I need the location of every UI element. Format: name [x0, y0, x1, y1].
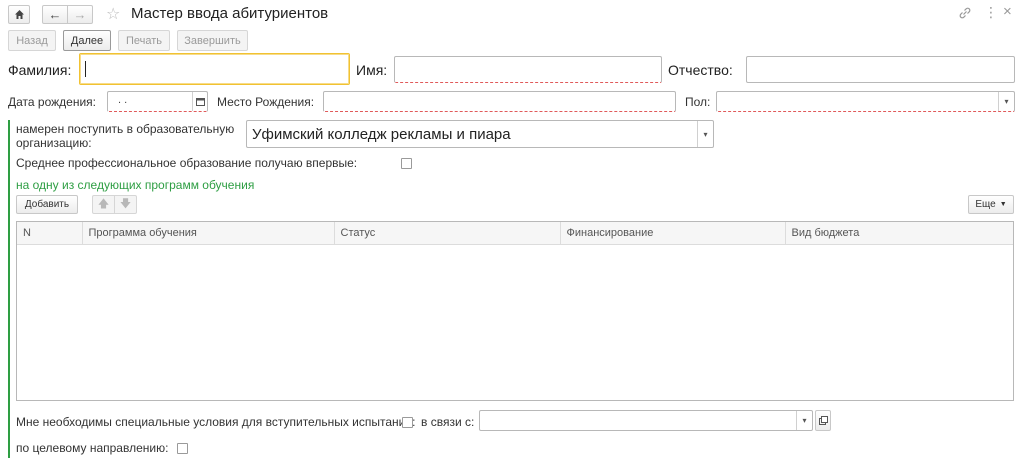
- move-up-button[interactable]: 🡅: [92, 195, 115, 214]
- finish-button[interactable]: Завершить: [177, 30, 248, 51]
- org-value: Уфимский колледж рекламы и пиара: [252, 126, 511, 143]
- birth-date-label: Дата рождения:: [8, 95, 96, 109]
- chevron-down-icon[interactable]: ▾: [998, 92, 1014, 111]
- move-down-button[interactable]: 🡇: [114, 195, 137, 214]
- gender-label: Пол:: [685, 95, 711, 109]
- programs-heading: на одну из следующих программ обучения: [16, 178, 255, 192]
- patronymic-label: Отчество:: [668, 62, 733, 78]
- arrow-right-icon: →: [73, 7, 87, 22]
- chevron-down-icon: ▼: [999, 201, 1007, 208]
- link-icon[interactable]: [958, 6, 972, 20]
- arrow-left-icon: ←: [48, 7, 62, 22]
- chevron-down-icon[interactable]: ▾: [796, 411, 812, 430]
- patronymic-field[interactable]: [746, 56, 1015, 83]
- column-header-status[interactable]: Статус: [334, 222, 561, 245]
- org-label: намерен поступить в образовательную орга…: [16, 122, 235, 150]
- open-reason-button[interactable]: [815, 410, 831, 431]
- birth-place-field[interactable]: [323, 91, 676, 112]
- window-title: Мастер ввода абитуриентов: [131, 5, 329, 22]
- back-nav-button[interactable]: ←: [42, 5, 68, 24]
- programs-table[interactable]: N Программа обучения Статус Финансирован…: [16, 221, 1014, 401]
- org-select[interactable]: Уфимский колледж рекламы и пиара ▾: [246, 120, 714, 148]
- birth-place-label: Место Рождения:: [217, 95, 315, 109]
- next-button[interactable]: Далее: [63, 30, 111, 51]
- last-name-label: Фамилия:: [8, 62, 72, 78]
- table-header-row: N Программа обучения Статус Финансирован…: [17, 222, 1013, 245]
- reason-label: в связи с:: [421, 415, 475, 429]
- first-name-field[interactable]: [394, 56, 662, 83]
- print-button[interactable]: Печать: [118, 30, 170, 51]
- first-name-label: Имя:: [356, 62, 388, 78]
- arrow-down-icon: 🡇: [119, 198, 132, 210]
- chevron-down-icon[interactable]: ▾: [697, 121, 713, 147]
- targeted-checkbox[interactable]: [177, 443, 188, 454]
- column-header-financing[interactable]: Финансирование: [560, 222, 786, 245]
- column-header-budget-type[interactable]: Вид бюджета: [785, 222, 1013, 245]
- more-button[interactable]: Еще ▼: [968, 195, 1014, 214]
- open-icon: [818, 416, 828, 425]
- column-header-n[interactable]: N: [17, 222, 83, 245]
- calendar-button[interactable]: [192, 92, 207, 111]
- special-conditions-label: Мне необходимы специальные условия для в…: [16, 415, 416, 429]
- more-vertical-icon[interactable]: ⋮: [984, 4, 998, 21]
- arrow-up-icon: 🡅: [97, 198, 110, 210]
- birth-date-value: . .: [118, 94, 128, 106]
- add-button[interactable]: Добавить: [16, 195, 78, 214]
- group-accent-line: [8, 120, 10, 458]
- forward-nav-button[interactable]: →: [67, 5, 93, 24]
- special-conditions-checkbox[interactable]: [402, 417, 413, 428]
- home-icon: [14, 10, 24, 19]
- gender-select[interactable]: ▾: [716, 91, 1015, 112]
- first-time-checkbox[interactable]: [401, 158, 412, 169]
- birth-date-field[interactable]: . .: [107, 91, 208, 112]
- more-button-label: Еще: [975, 199, 996, 210]
- first-time-label: Среднее профессиональное образование пол…: [16, 156, 358, 170]
- targeted-label: по целевому направлению:: [16, 441, 169, 455]
- back-button[interactable]: Назад: [8, 30, 56, 51]
- close-icon[interactable]: ×: [1003, 3, 1012, 20]
- reason-select[interactable]: ▾: [479, 410, 813, 431]
- last-name-field[interactable]: [79, 53, 350, 85]
- favorite-star-icon[interactable]: ☆: [106, 4, 120, 24]
- column-header-program[interactable]: Программа обучения: [82, 222, 335, 245]
- calendar-icon: [195, 98, 205, 106]
- home-button[interactable]: [8, 5, 30, 24]
